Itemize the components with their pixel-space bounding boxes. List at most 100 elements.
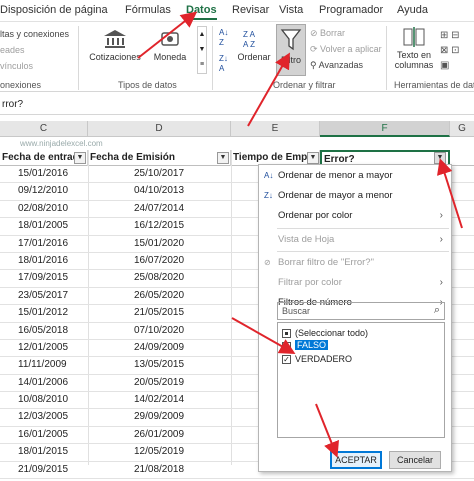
- cell-entrada[interactable]: 18/01/2005: [18, 220, 68, 231]
- sort-az-icon[interactable]: A↓ Z: [219, 28, 228, 48]
- cell-entrada[interactable]: 14/01/2006: [18, 377, 68, 388]
- cell-emision[interactable]: 13/05/2015: [134, 359, 184, 370]
- filter-button[interactable]: Filtro: [276, 24, 306, 76]
- cell-emision[interactable]: 26/01/2009: [134, 429, 184, 440]
- cell-emision[interactable]: 04/10/2013: [134, 185, 184, 196]
- tab-help[interactable]: Ayuda: [397, 4, 428, 16]
- sort-icon: Z AA Z: [243, 30, 256, 49]
- column-header-f[interactable]: F: [320, 121, 450, 137]
- funnel-icon: [280, 29, 302, 51]
- text-columns-icon: [403, 27, 425, 47]
- cell-entrada[interactable]: 17/01/2016: [18, 238, 68, 249]
- menu-sort-by-color[interactable]: Ordenar por color ›: [259, 206, 451, 226]
- column-header-g[interactable]: G: [450, 121, 474, 137]
- connections-group-title: onexiones: [0, 80, 42, 90]
- cell-entrada[interactable]: 11/11/2009: [18, 359, 67, 370]
- text-to-columns-label: Texto en columnas: [394, 50, 434, 70]
- header-label: Fecha de entrada: [2, 152, 85, 163]
- menu-sort-ascending[interactable]: A↓ Ordenar de menor a mayor: [259, 166, 451, 186]
- stocks-button[interactable]: Cotizaciones: [84, 28, 146, 62]
- cell-entrada[interactable]: 16/05/2018: [18, 325, 68, 336]
- search-input[interactable]: Buscar ⌕: [277, 302, 445, 320]
- sort-za-icon[interactable]: Z↓ A: [219, 54, 228, 74]
- clear-button[interactable]: ⊘ Borrar: [310, 28, 345, 39]
- tab-view[interactable]: Vista: [279, 4, 303, 16]
- cell-entrada[interactable]: 09/12/2010: [18, 185, 68, 196]
- links-link[interactable]: vínculos: [0, 61, 33, 71]
- verdadero-label: VERDADERO: [295, 354, 353, 364]
- cell-entrada[interactable]: 12/01/2005: [18, 342, 68, 353]
- cell-entrada[interactable]: 23/05/2017: [18, 290, 68, 301]
- data-tools-icons[interactable]: ⊞ ⊟ ⊠ ⊡ ▣: [440, 28, 470, 74]
- cell-emision[interactable]: 21/05/2015: [134, 307, 184, 318]
- filter-dropdown-e[interactable]: ▼: [307, 152, 319, 164]
- menu-label: Ordenar por color: [278, 210, 353, 221]
- menu-sort-descending[interactable]: Z↓ Ordenar de mayor a menor: [259, 186, 451, 206]
- column-header-d[interactable]: D: [88, 121, 231, 137]
- filter-dropdown-c[interactable]: ▼: [74, 152, 86, 164]
- reapply-icon: ⟳: [310, 44, 321, 54]
- filter-dropdown-f[interactable]: ▼: [434, 152, 446, 164]
- cell-emision[interactable]: 07/10/2020: [134, 325, 184, 336]
- menu-sheet-view[interactable]: Vista de Hoja ›: [259, 230, 451, 250]
- tab-formulas[interactable]: Fórmulas: [125, 4, 171, 16]
- menu-label: Ordenar de mayor a menor: [278, 190, 393, 201]
- tab-review[interactable]: Revisar: [232, 4, 269, 16]
- menu-label: Vista de Hoja: [278, 234, 335, 245]
- cell-emision[interactable]: 29/09/2009: [134, 411, 184, 422]
- ok-button[interactable]: ACEPTAR: [330, 451, 382, 469]
- cancel-label: Cancelar: [396, 455, 434, 465]
- connections-link[interactable]: ltas y conexiones: [0, 29, 69, 39]
- cell-emision[interactable]: 16/12/2015: [134, 220, 184, 231]
- sort-button[interactable]: Z AA Z Ordenar: [236, 28, 272, 62]
- cell-entrada[interactable]: 18/01/2016: [18, 255, 68, 266]
- clear-filter-icon: ⊘: [310, 28, 321, 38]
- cell-emision[interactable]: 16/07/2020: [134, 255, 184, 266]
- column-header-e[interactable]: E: [231, 121, 320, 137]
- watermark: www.ninjadelexcel.com: [20, 139, 103, 148]
- data-types-gallery-scroll[interactable]: ▲ ▼ ≡: [197, 26, 207, 74]
- cell-emision[interactable]: 24/09/2009: [134, 342, 184, 353]
- cell-emision[interactable]: 26/05/2020: [134, 290, 184, 301]
- menu-filter-by-color[interactable]: Filtrar por color ›: [259, 273, 451, 293]
- filter-dropdown-d[interactable]: ▼: [217, 152, 229, 164]
- cell-entrada[interactable]: 18/01/2015: [18, 446, 68, 457]
- formula-bar[interactable]: rror?: [0, 95, 474, 115]
- cell-emision[interactable]: 24/07/2014: [134, 203, 184, 214]
- cell-emision[interactable]: 21/08/2018: [134, 464, 184, 475]
- cell-entrada[interactable]: 12/03/2005: [18, 411, 68, 422]
- currency-button[interactable]: Moneda: [146, 28, 194, 62]
- data-types-group-title: Tipos de datos: [118, 80, 177, 90]
- cell-entrada[interactable]: 15/01/2016: [18, 168, 68, 179]
- cell-emision[interactable]: 12/05/2019: [134, 446, 184, 457]
- cell-entrada[interactable]: 21/09/2015: [18, 464, 68, 475]
- cancel-button[interactable]: Cancelar: [389, 451, 441, 469]
- cell-emision[interactable]: 20/05/2019: [134, 377, 184, 388]
- cell-entrada[interactable]: 10/08/2010: [18, 394, 68, 405]
- falso-checkbox[interactable]: [282, 342, 291, 351]
- tab-page-layout[interactable]: Disposición de página: [0, 4, 108, 16]
- header-fecha-emision: Fecha de Emisión: [88, 150, 231, 166]
- verdadero-checkbox[interactable]: ✓: [282, 355, 291, 364]
- bank-icon: [104, 30, 126, 48]
- advanced-button[interactable]: ⚲ Avanzadas: [310, 60, 363, 71]
- filter-menu: A↓ Ordenar de menor a mayor Z↓ Ordenar de …: [258, 164, 452, 472]
- cell-emision[interactable]: 15/01/2020: [134, 238, 184, 249]
- select-all-checkbox[interactable]: [282, 329, 291, 338]
- properties-link[interactable]: eades: [0, 45, 25, 55]
- cell-entrada[interactable]: 15/01/2012: [18, 307, 68, 318]
- tab-developer[interactable]: Programador: [319, 4, 383, 16]
- cell-emision[interactable]: 25/10/2017: [134, 168, 184, 179]
- reapply-button[interactable]: ⟳ Volver a aplicar: [310, 44, 382, 55]
- cell-emision[interactable]: 14/02/2014: [134, 394, 184, 405]
- menu-clear-filter[interactable]: ⊘ Borrar filtro de "Error?": [259, 253, 451, 273]
- cell-entrada[interactable]: 02/08/2010: [18, 203, 68, 214]
- column-header-c[interactable]: C: [0, 121, 88, 137]
- text-to-columns-button[interactable]: Texto en columnas: [392, 26, 436, 70]
- cell-emision[interactable]: 25/08/2020: [134, 272, 184, 283]
- clear-label: Borrar: [320, 28, 346, 38]
- tab-data[interactable]: Datos: [186, 4, 217, 20]
- reapply-label: Volver a aplicar: [320, 44, 382, 54]
- cell-entrada[interactable]: 17/09/2015: [18, 272, 68, 283]
- cell-entrada[interactable]: 16/01/2005: [18, 429, 68, 440]
